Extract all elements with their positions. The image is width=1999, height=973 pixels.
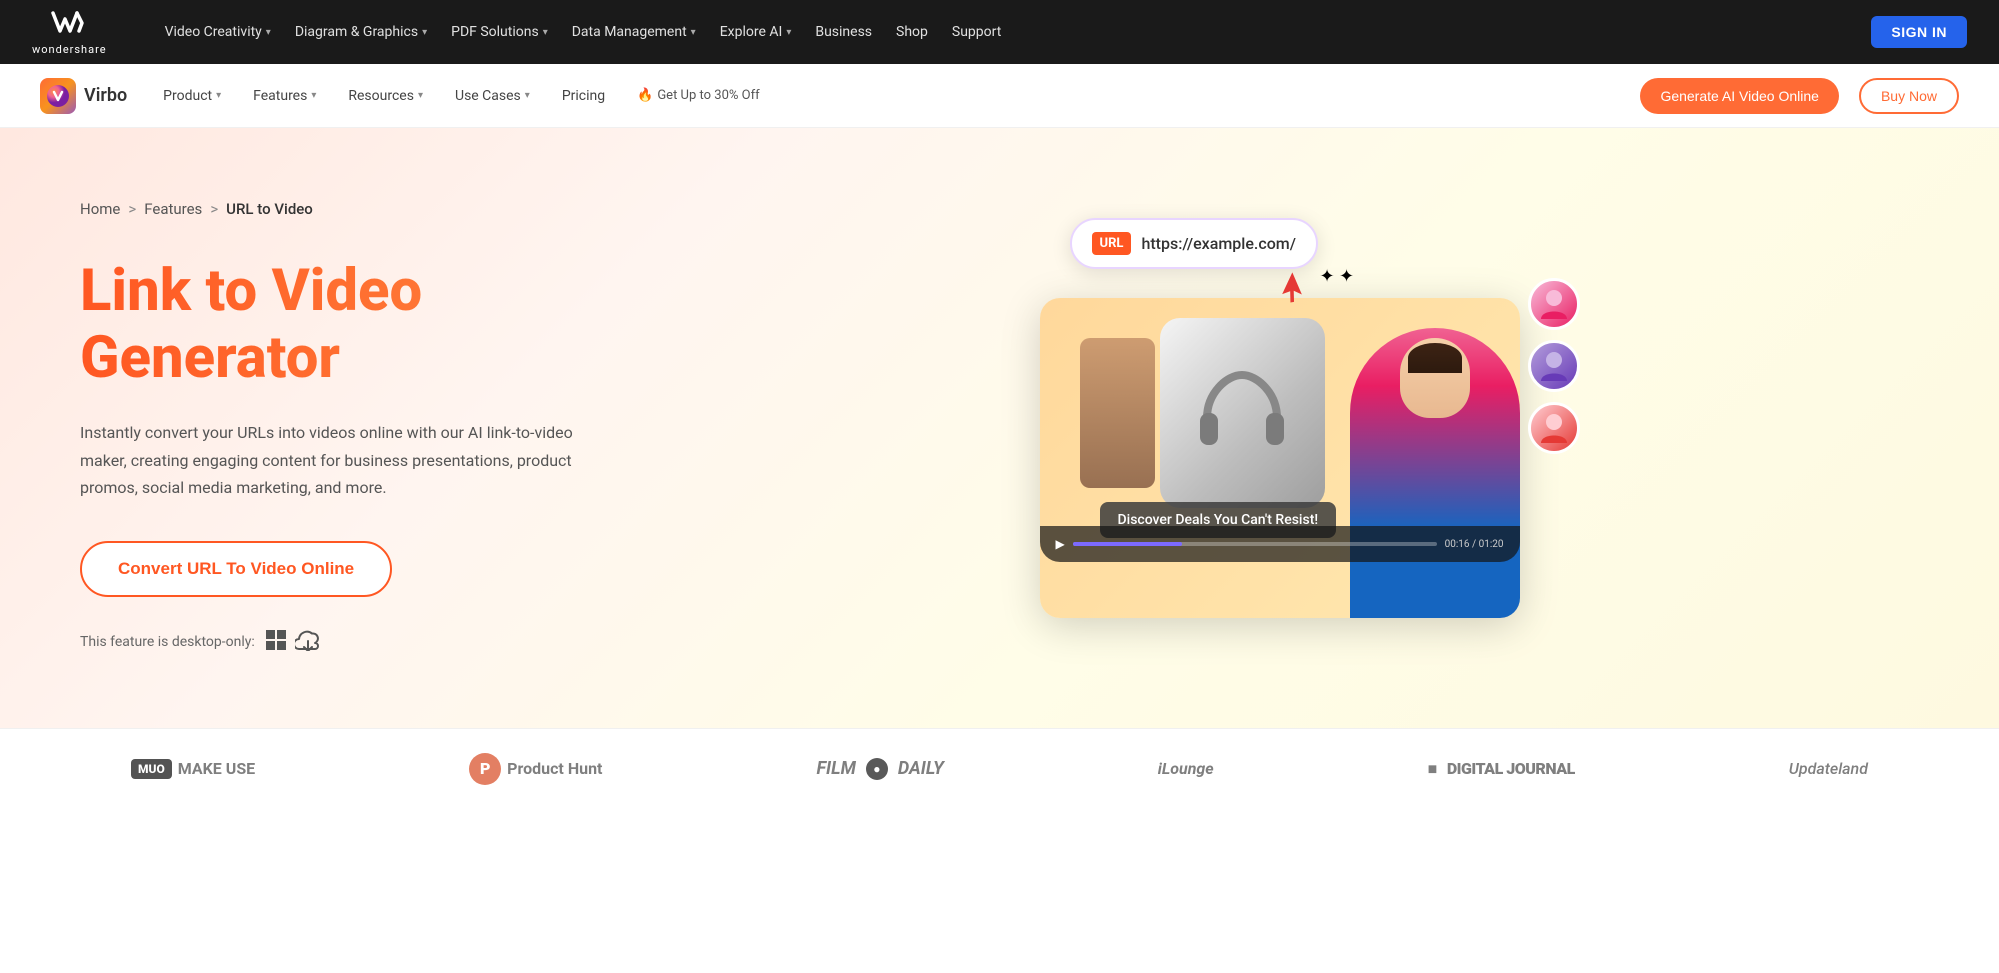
muo-badge: MUO [131, 759, 172, 779]
buy-now-button[interactable]: Buy Now [1859, 78, 1959, 114]
hero-subtitle: Instantly convert your URLs into videos … [80, 419, 600, 501]
product-navigation: Virbo Product ▾ Features ▾ Resources ▾ U… [0, 64, 1999, 128]
filmdaily-logo: FILM ● DAILY [816, 758, 943, 780]
wondershare-wordmark: wondershare [32, 43, 107, 56]
chevron-down-icon: ▾ [311, 90, 316, 101]
digitaljournal-logo: ■ DIGITAL JOURNAL [1428, 759, 1575, 779]
chevron-down-icon: ▾ [422, 27, 427, 38]
product-bottle [1080, 338, 1155, 488]
progress-fill [1073, 542, 1182, 546]
film-circle-icon: ● [866, 758, 888, 780]
product-menu-features[interactable]: Features ▾ [241, 82, 328, 110]
play-icon: ▶ [1056, 537, 1065, 551]
breadcrumb-current: URL to Video [226, 200, 313, 218]
avatar-3 [1528, 402, 1580, 454]
url-value: https://example.com/ [1141, 234, 1296, 253]
virbo-brand[interactable]: Virbo [40, 78, 127, 114]
fire-icon: 🔥 [637, 88, 653, 103]
virbo-logo-icon [40, 78, 76, 114]
chevron-down-icon: ▾ [543, 27, 548, 38]
nav-shop[interactable]: Shop [886, 18, 938, 46]
nav-explore-ai[interactable]: Explore AI ▾ [710, 18, 802, 46]
chevron-down-icon: ▾ [691, 27, 696, 38]
product-menu-pricing[interactable]: Pricing [550, 82, 617, 110]
time-display: 00:16 / 01:20 [1445, 539, 1504, 550]
url-badge: URL https://example.com/ [1070, 218, 1318, 269]
nav-business[interactable]: Business [805, 18, 882, 46]
ph-badge: P [469, 753, 501, 785]
product-menu-resources[interactable]: Resources ▾ [336, 82, 435, 110]
desktop-note: This feature is desktop-only: [80, 629, 680, 656]
nav-support[interactable]: Support [942, 18, 1011, 46]
product-menu-product[interactable]: Product ▾ [151, 82, 233, 110]
avatar-presenter [1350, 298, 1520, 618]
chevron-down-icon: ▾ [216, 90, 221, 101]
media-logos-bar: MUO MAKE USE P Product Hunt FILM ● DAILY… [0, 728, 1999, 808]
headphone-image [1160, 318, 1325, 508]
virbo-name: Virbo [84, 85, 127, 106]
wondershare-logo[interactable]: wondershare [32, 9, 107, 56]
promo-text: Get Up to 30% Off [657, 88, 759, 103]
nav-pdf-solutions[interactable]: PDF Solutions ▾ [441, 18, 558, 46]
convert-url-button[interactable]: Convert URL To Video Online [80, 541, 392, 597]
windows-icon [265, 629, 287, 656]
hero-title: Link to Video Generator [80, 258, 680, 391]
video-preview-card [1040, 298, 1520, 618]
updateland-logo: Updateland [1789, 759, 1868, 778]
hero-section: Home > Features > URL to Video Link to V… [0, 128, 1999, 728]
sign-in-button[interactable]: SIGN IN [1871, 16, 1967, 48]
breadcrumb-home[interactable]: Home [80, 200, 120, 218]
url-label: URL [1092, 232, 1132, 255]
top-nav-links: Video Creativity ▾ Diagram & Graphics ▾ … [155, 18, 1840, 46]
generate-ai-video-button[interactable]: Generate AI Video Online [1640, 78, 1839, 114]
nav-video-creativity[interactable]: Video Creativity ▾ [155, 18, 281, 46]
makeuse-logo: MUO MAKE USE [131, 759, 255, 779]
breadcrumb: Home > Features > URL to Video [80, 200, 680, 218]
breadcrumb-separator: > [128, 200, 136, 218]
ilounge-logo: iLounge [1158, 759, 1214, 778]
platform-icons [265, 629, 321, 656]
side-avatars [1528, 278, 1580, 454]
breadcrumb-features[interactable]: Features [144, 200, 202, 218]
chevron-down-icon: ▾ [525, 90, 530, 101]
hero-illustration-area: URL https://example.com/ ✦ ✦ [680, 178, 1919, 678]
nav-diagram-graphics[interactable]: Diagram & Graphics ▾ [285, 18, 437, 46]
chevron-down-icon: ▾ [786, 27, 791, 38]
desktop-note-text: This feature is desktop-only: [80, 634, 255, 650]
nav-data-management[interactable]: Data Management ▾ [562, 18, 706, 46]
producthunt-logo: P Product Hunt [469, 753, 602, 785]
hero-illustration: URL https://example.com/ ✦ ✦ [1010, 198, 1590, 658]
product-menu-use-cases[interactable]: Use Cases ▾ [443, 82, 542, 110]
breadcrumb-separator-2: > [210, 200, 218, 218]
video-progress-bar: ▶ 00:16 / 01:20 [1040, 526, 1520, 562]
avatar-2 [1528, 340, 1580, 392]
cloud-download-icon [295, 629, 321, 656]
top-navigation: wondershare Video Creativity ▾ Diagram &… [0, 0, 1999, 64]
promo-badge: 🔥 Get Up to 30% Off [629, 82, 767, 109]
chevron-down-icon: ▾ [418, 90, 423, 101]
progress-track [1073, 542, 1437, 546]
chevron-down-icon: ▾ [266, 27, 271, 38]
avatar-1 [1528, 278, 1580, 330]
sparkles-icon: ✦ ✦ [1320, 266, 1355, 287]
hero-content-left: Home > Features > URL to Video Link to V… [80, 200, 680, 656]
